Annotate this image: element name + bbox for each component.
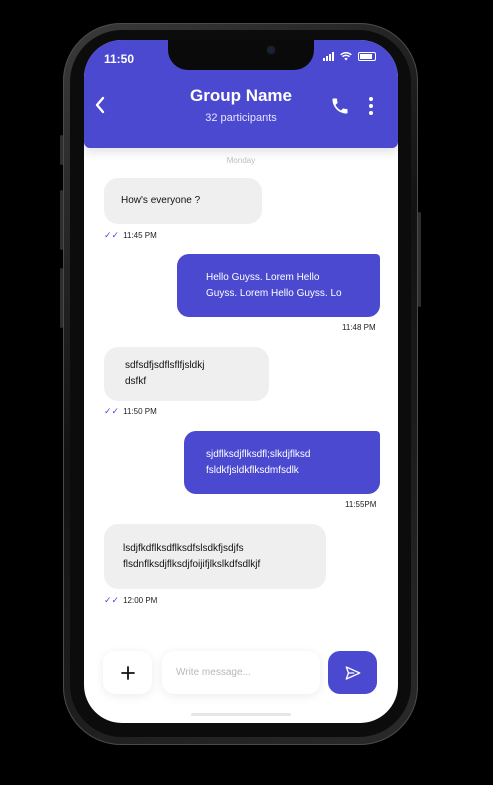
message-text-line: sdfsdfjsdflsflfjsldkj [125, 360, 205, 371]
chat-header: 11:50 Group Name 32 participants [84, 40, 398, 148]
message-text-line: lsdjfkdflksdflksdfslsdkfjsdjfs [123, 543, 244, 554]
message-text-line: Hello Guyss. Lorem Hello [206, 272, 320, 283]
power-button [418, 212, 421, 307]
notch [168, 40, 314, 70]
front-camera [267, 46, 275, 54]
message-text-line: dsfkf [125, 376, 147, 387]
message-time: 11:45 PM [123, 231, 157, 240]
plus-icon [120, 665, 135, 680]
message-text-line: fsldkfjsldkflksdmfsdlk [206, 465, 299, 476]
phone-icon [332, 98, 348, 114]
message-text-line: sjdflksdjflksdfl;slkdjflksd [206, 449, 311, 460]
phone-screen: 11:50 Group Name 32 participants Monday … [84, 40, 398, 723]
message-meta: ✓✓ 11:50 PM [104, 406, 157, 417]
mute-switch [60, 135, 63, 165]
message-bubble-outgoing: sjdflksdjflksdfl;slkdjflksd fsldkfjsldkf… [184, 431, 380, 494]
home-indicator [191, 713, 291, 716]
day-separator: Monday [226, 156, 256, 165]
message-bubble-incoming: sdfsdfjsdflsflfjsldkj dsfkf [104, 347, 269, 401]
more-vertical-icon[interactable] [369, 97, 373, 115]
wifi-icon [340, 52, 352, 61]
message-time: 11:48 PM [342, 323, 376, 332]
add-attachment-button[interactable] [103, 651, 152, 694]
group-name: Group Name [189, 86, 293, 105]
message-meta: ✓✓ 12:00 PM [104, 595, 157, 606]
message-input[interactable] [162, 651, 320, 694]
message-text-line: flsdnflksdjflksdjfoijifjlkslkdfsdlkjf [123, 559, 261, 570]
message-meta: ✓✓ 11:45 PM [104, 230, 157, 241]
double-check-icon: ✓✓ [104, 230, 120, 240]
call-button[interactable] [330, 96, 350, 121]
message-text: How's everyone ? [121, 195, 201, 206]
volume-down-button [60, 268, 63, 328]
send-icon [345, 665, 360, 680]
double-check-icon: ✓✓ [104, 595, 120, 605]
message-bubble-incoming: How's everyone ? [104, 178, 262, 224]
status-icons [323, 52, 376, 61]
battery-icon [358, 52, 376, 61]
message-time: 11:50 PM [123, 407, 157, 416]
message-bubble-incoming: lsdjfkdflksdflksdfslsdkfjsdjfs flsdnflks… [104, 524, 326, 589]
cellular-signal-icon [323, 52, 334, 61]
status-time: 11:50 [104, 52, 135, 66]
message-time: 12:00 PM [123, 596, 158, 605]
double-check-icon: ✓✓ [104, 406, 120, 416]
message-text-line: Guyss. Lorem Hello Guyss. Lo [206, 288, 342, 299]
message-time: 11:55PM [345, 500, 377, 509]
volume-up-button [60, 190, 63, 250]
message-bubble-outgoing: Hello Guyss. Lorem Hello Guyss. Lorem He… [177, 254, 380, 317]
send-button[interactable] [328, 651, 377, 694]
participants-count: 32 participants [205, 112, 277, 124]
